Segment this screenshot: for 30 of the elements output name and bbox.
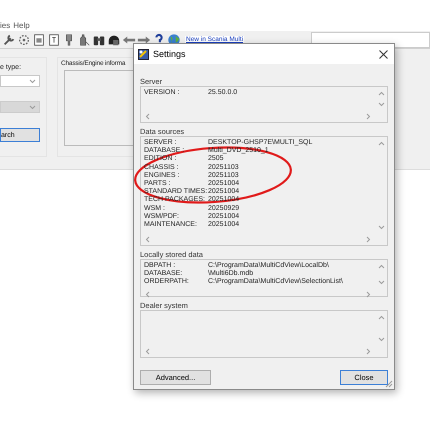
document-icon[interactable] (32, 32, 46, 46)
dialog-title: Settings (153, 49, 187, 59)
scroll-up-icon[interactable] (378, 315, 384, 320)
scroll-right-icon[interactable] (366, 236, 371, 243)
scroll-down-icon[interactable] (378, 225, 384, 230)
scroll-down-icon[interactable] (378, 102, 384, 107)
resize-grip-icon[interactable] (385, 380, 393, 388)
scroll-up-icon[interactable] (378, 141, 384, 146)
wrench-icon[interactable] (2, 32, 16, 46)
scroll-right-icon[interactable] (366, 348, 371, 355)
close-icon[interactable] (379, 50, 388, 58)
scroll-up-icon[interactable] (378, 91, 384, 96)
settings-icon (138, 48, 149, 60)
gear-icon[interactable] (17, 32, 31, 46)
scroll-left-icon[interactable] (145, 290, 150, 298)
scroll-left-icon[interactable] (145, 236, 150, 243)
bottle-icon[interactable] (77, 32, 91, 46)
scroll-down-icon[interactable] (378, 280, 384, 285)
menu-item[interactable]: ies (0, 21, 10, 30)
document-icon[interactable] (47, 32, 61, 46)
scroll-right-icon[interactable] (366, 113, 371, 120)
scroll-down-icon[interactable] (378, 337, 384, 342)
helmet-icon[interactable] (107, 32, 121, 46)
scroll-right-icon[interactable] (366, 290, 371, 298)
menu-item[interactable]: Help (13, 21, 30, 30)
scroll-left-icon[interactable] (145, 348, 150, 355)
dropdown-caret-icon[interactable] (29, 78, 36, 84)
scroll-left-icon[interactable] (145, 113, 150, 120)
scroll-up-icon[interactable] (378, 264, 384, 269)
dropdown[interactable] (0, 75, 40, 87)
